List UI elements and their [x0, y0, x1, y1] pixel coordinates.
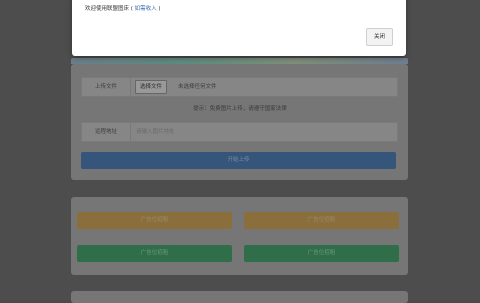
ad-button[interactable]: 广告位招租 — [77, 245, 232, 262]
upload-hint: 提示：免费图片上传，请遵守国家法律 — [193, 106, 287, 112]
notice-modal: 欢迎使用联盟图床 ( 如需收入 ) 关闭 — [72, 0, 406, 56]
choose-file-button[interactable]: 选择文件 — [135, 80, 168, 94]
file-upload-row: 上传文件 选择文件 未选择任何文件 — [81, 77, 398, 97]
modal-message: 欢迎使用联盟图床 ( 如需收入 ) — [85, 4, 161, 12]
ad-card — [71, 197, 408, 275]
close-button[interactable]: 关闭 — [365, 28, 393, 46]
remote-url-row: 远程地址 请输入图片地址 — [81, 122, 398, 142]
start-upload-button[interactable]: 开始上传 — [81, 152, 396, 169]
file-status: 未选择任何文件 — [178, 84, 217, 90]
footer-card — [71, 291, 408, 303]
ad-button[interactable]: 广告位招租 — [77, 212, 232, 229]
url-label: 远程地址 — [82, 123, 131, 141]
ad-button[interactable]: 广告位招租 — [244, 245, 399, 262]
url-input[interactable]: 请输入图片地址 — [136, 123, 175, 141]
modal-message-text: 欢迎使用联盟图床 ( — [85, 6, 135, 12]
file-label: 上传文件 — [82, 78, 131, 96]
modal-message-end: ) — [156, 6, 161, 12]
modal-link[interactable]: 如需收入 — [135, 6, 157, 12]
ad-button[interactable]: 广告位招租 — [244, 212, 399, 229]
